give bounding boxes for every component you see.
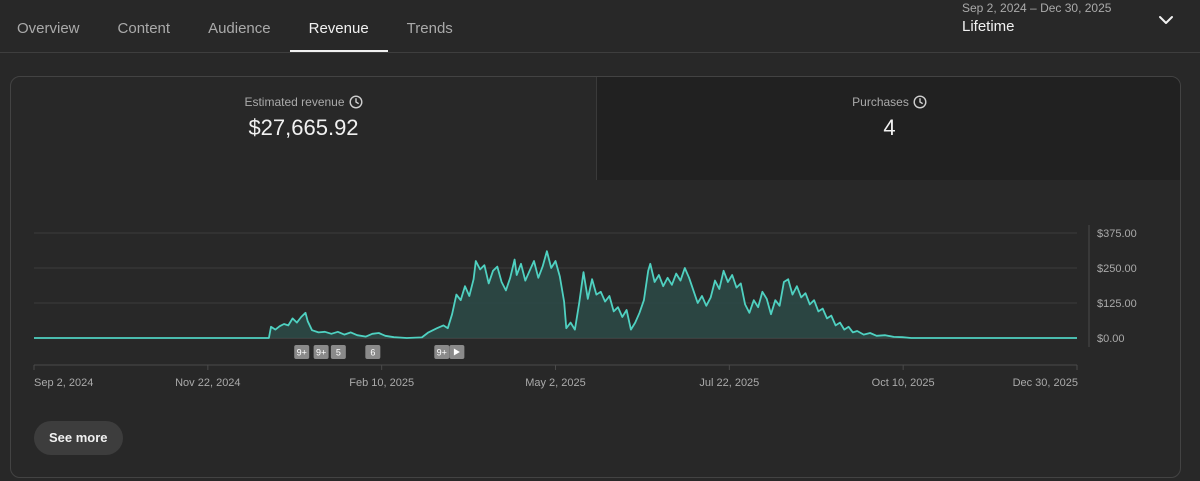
x-tick-label: May 2, 2025 <box>525 377 586 389</box>
revenue-chart: $0.00 $125.00 $250.00 $375.00 Sep 2, 2024 Nov… <box>33 225 1137 389</box>
annotation-marker: 9+ <box>313 345 329 359</box>
y-tick-label: $250.00 <box>1097 263 1137 275</box>
revenue-card: Estimated revenue $27,665.92 Purchases 4… <box>10 76 1181 478</box>
annotation-marker: 9+ <box>434 345 450 359</box>
annotation-label: 9+ <box>437 348 447 358</box>
x-tick-label: Nov 22, 2024 <box>175 377 240 389</box>
annotation-label: 5 <box>336 348 341 358</box>
annotation-label: 9+ <box>297 348 307 358</box>
y-tick-label: $0.00 <box>1097 333 1125 345</box>
annotation-marker: 6 <box>365 345 381 359</box>
tab-content[interactable]: Content <box>99 0 190 52</box>
tab-revenue[interactable]: Revenue <box>289 0 388 52</box>
annotation-marker-video <box>449 345 465 359</box>
x-tick-label: Sep 2, 2024 <box>34 377 93 389</box>
annotation-label: 9+ <box>316 348 326 358</box>
date-range-preset: Lifetime <box>962 18 1015 35</box>
x-tick-label: Feb 10, 2025 <box>349 377 414 389</box>
x-tick-label: Oct 10, 2025 <box>872 377 935 389</box>
tab-audience[interactable]: Audience <box>189 0 290 52</box>
chevron-down-icon <box>1159 16 1173 24</box>
y-tick-label: $375.00 <box>1097 228 1137 240</box>
x-tick-label: Jul 22, 2025 <box>699 377 759 389</box>
annotation-marker: 9+ <box>294 345 310 359</box>
date-range-selector[interactable]: Sep 2, 2024 – Dec 30, 2025 Lifetime <box>962 0 1192 52</box>
date-range-text: Sep 2, 2024 – Dec 30, 2025 <box>962 1 1112 15</box>
top-bar: Overview Content Audience Revenue Trends… <box>0 0 1200 53</box>
annotation-marker: 5 <box>330 345 346 359</box>
see-more-button[interactable]: See more <box>34 421 123 455</box>
tab-trends[interactable]: Trends <box>388 0 472 52</box>
x-tick-label: Dec 30, 2025 <box>1013 377 1078 389</box>
tab-bar: Overview Content Audience Revenue Trends <box>0 0 472 52</box>
annotation-label: 6 <box>370 348 375 358</box>
y-tick-label: $125.00 <box>1097 298 1137 310</box>
tab-overview[interactable]: Overview <box>0 0 99 52</box>
